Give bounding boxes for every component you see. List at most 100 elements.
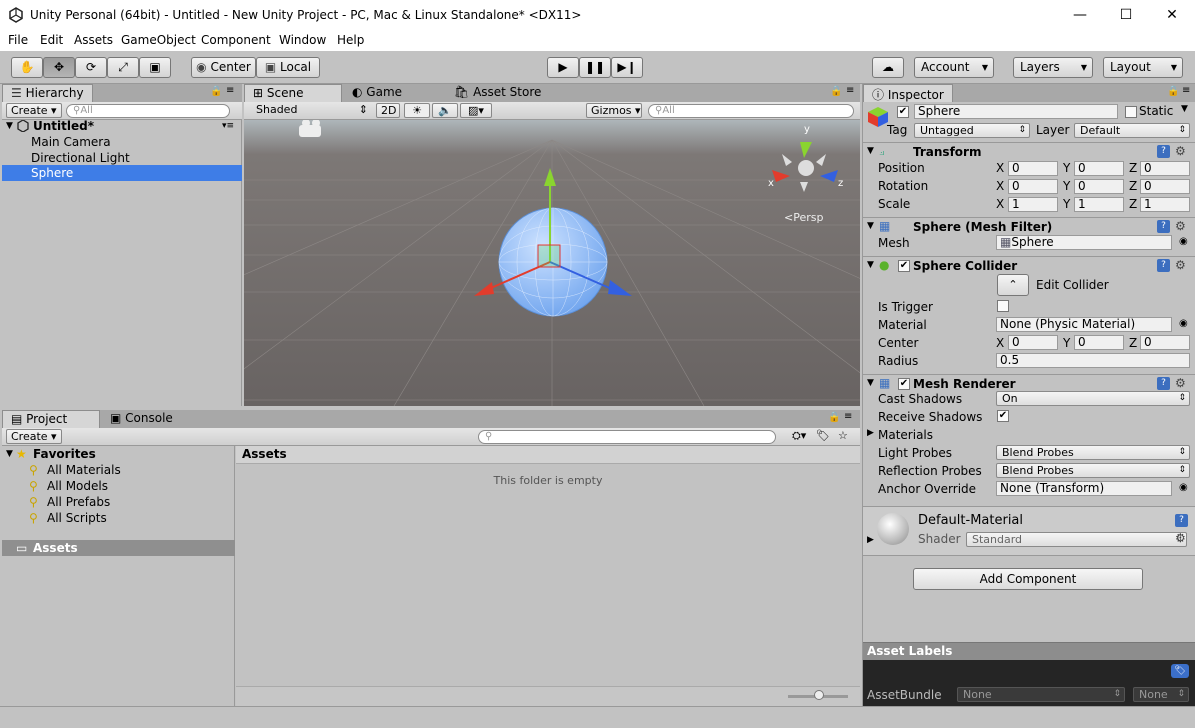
object-picker-icon[interactable]: ◉ [1179, 236, 1188, 247]
materials-label[interactable]: Materials [878, 428, 933, 442]
account-dropdown[interactable]: Account ▼ [914, 57, 994, 78]
menu-edit[interactable]: Edit [40, 33, 63, 47]
lock-icon[interactable]: 🔒 [828, 412, 840, 423]
audio-toggle-icon[interactable]: 🔈 [432, 103, 458, 118]
scale-y-field[interactable]: 1 [1074, 197, 1124, 212]
hand-tool-icon[interactable]: ✋ [11, 57, 43, 78]
move-tool-icon[interactable]: ✥ [43, 57, 75, 78]
menu-window[interactable]: Window [279, 33, 326, 47]
help-icon[interactable]: ? [1157, 377, 1170, 390]
center-x-field[interactable]: 0 [1008, 335, 1058, 350]
persp-label[interactable]: <Persp [784, 211, 823, 224]
favorite-star-icon[interactable]: ☆ [838, 429, 848, 442]
rotation-x-field[interactable]: 0 [1008, 179, 1058, 194]
favorites-row[interactable]: ▼ ★ Favorites [2, 446, 242, 462]
center-y-field[interactable]: 0 [1074, 335, 1124, 350]
collapse-icon[interactable]: ▼ [867, 146, 874, 156]
mesh-field[interactable]: ▦Sphere [996, 235, 1172, 250]
mode-2d-button[interactable]: 2D [376, 103, 400, 118]
active-checkbox[interactable]: ✔ [897, 106, 909, 118]
lock-icon[interactable]: 🔒 [210, 86, 222, 97]
position-y-field[interactable]: 0 [1074, 161, 1124, 176]
help-icon[interactable]: ? [1157, 220, 1170, 233]
panel-menu-icon[interactable]: ≡ [844, 411, 852, 422]
project-create-button[interactable]: Create ▾ [6, 429, 62, 444]
menu-component[interactable]: Component [201, 33, 271, 47]
physic-material-field[interactable]: None (Physic Material) [996, 317, 1172, 332]
step-button[interactable]: ▶❙ [611, 57, 643, 78]
tab-inspector[interactable]: ⓘ Inspector [863, 84, 953, 102]
layer-dropdown[interactable]: Default [1074, 123, 1190, 138]
scale-tool-icon[interactable]: ⤢ [107, 57, 139, 78]
receive-shadows-checkbox[interactable]: ✔ [997, 410, 1009, 422]
filter-type-icon[interactable]: ⛭▾ [792, 429, 806, 443]
panel-menu-icon[interactable]: ≡ [1182, 85, 1190, 96]
breadcrumb-assets[interactable]: Assets [242, 447, 287, 461]
tab-project[interactable]: ▤ Project [2, 410, 100, 428]
rotation-y-field[interactable]: 0 [1074, 179, 1124, 194]
tag-dropdown[interactable]: Untagged [914, 123, 1030, 138]
help-icon[interactable]: ? [1175, 514, 1188, 527]
gizmos-dropdown[interactable]: Gizmos ▾ [586, 103, 642, 118]
layout-dropdown[interactable]: Layout ▼ [1103, 57, 1183, 78]
cloud-icon[interactable]: ☁ [872, 57, 904, 78]
rect-tool-icon[interactable]: ▣ [139, 57, 171, 78]
favorite-item[interactable]: ⚲ All Prefabs [2, 494, 242, 510]
collapse-icon[interactable]: ▼ [867, 378, 874, 388]
reflection-probes-dropdown[interactable]: Blend Probes [996, 463, 1190, 478]
object-picker-icon[interactable]: ◉ [1179, 318, 1188, 329]
menu-gameobject[interactable]: GameObject [121, 33, 196, 47]
pivot-center-button[interactable]: ◉ Center [191, 57, 256, 78]
project-search-input[interactable]: ⚲ [478, 430, 776, 444]
radius-field[interactable]: 0.5 [996, 353, 1190, 368]
tab-hierarchy[interactable]: ☰ Hierarchy [2, 84, 93, 102]
scene-viewport[interactable]: y x z <Persp [244, 120, 860, 406]
gear-icon[interactable]: ⚙ [1175, 531, 1186, 545]
panel-menu-icon[interactable]: ≡ [846, 85, 854, 96]
expand-icon[interactable]: ▶ [867, 428, 874, 438]
expand-icon[interactable]: ▶ [867, 535, 874, 545]
assetbundle-dropdown[interactable]: None [957, 687, 1125, 702]
shading-dropdown[interactable]: Shaded ⇕ [252, 103, 370, 118]
favorite-item[interactable]: ⚲ All Scripts [2, 510, 242, 526]
collider-enabled-checkbox[interactable]: ✔ [898, 260, 910, 272]
gear-icon[interactable]: ⚙ [1175, 144, 1186, 158]
panel-menu-icon[interactable]: ≡ [226, 85, 234, 96]
cast-shadows-dropdown[interactable]: On [996, 391, 1190, 406]
pause-button[interactable]: ❚❚ [579, 57, 611, 78]
shader-dropdown[interactable]: Standard [966, 532, 1187, 547]
tab-scene[interactable]: ⊞ Scene [244, 84, 342, 102]
help-icon[interactable]: ? [1157, 145, 1170, 158]
tab-game[interactable]: ◐ Game [344, 84, 444, 102]
collapse-icon[interactable]: ▼ [867, 260, 874, 270]
menu-file[interactable]: File [8, 33, 28, 47]
play-button[interactable]: ▶ [547, 57, 579, 78]
add-component-button[interactable]: Add Component [913, 568, 1143, 590]
transform-header[interactable]: ▼ ⟓ Transform ? ⚙ [863, 142, 1195, 160]
effects-dropdown-icon[interactable]: ▨▾ [460, 103, 492, 118]
minimize-icon[interactable]: — [1057, 0, 1103, 31]
scale-z-field[interactable]: 1 [1140, 197, 1190, 212]
center-z-field[interactable]: 0 [1140, 335, 1190, 350]
lock-icon[interactable]: 🔒 [1167, 86, 1179, 97]
scene-root-row[interactable]: ▼ Untitled* ▾≡ [2, 118, 242, 134]
position-z-field[interactable]: 0 [1140, 161, 1190, 176]
menu-assets[interactable]: Assets [74, 33, 113, 47]
scene-search-input[interactable]: ⚲All [648, 104, 854, 118]
object-name-field[interactable]: Sphere [914, 104, 1118, 119]
position-x-field[interactable]: 0 [1008, 161, 1058, 176]
gear-icon[interactable]: ⚙ [1175, 219, 1186, 233]
tab-console[interactable]: ▣ Console [102, 410, 192, 428]
mesh-filter-header[interactable]: ▼ ▦ Sphere (Mesh Filter) ? ⚙ [863, 217, 1195, 235]
rotate-tool-icon[interactable]: ⟳ [75, 57, 107, 78]
hierarchy-search-input[interactable]: ⚲All [66, 104, 230, 118]
space-local-button[interactable]: ▣ Local [256, 57, 320, 78]
maximize-icon[interactable]: ☐ [1103, 0, 1149, 31]
gear-icon[interactable]: ⚙ [1175, 258, 1186, 272]
gear-icon[interactable]: ⚙ [1175, 376, 1186, 390]
lock-icon[interactable]: 🔒 [830, 86, 842, 97]
help-icon[interactable]: ? [1157, 259, 1170, 272]
assets-folder-row[interactable]: ▭ Assets [2, 540, 235, 556]
close-icon[interactable]: ✕ [1149, 0, 1195, 31]
static-dropdown-icon[interactable]: ▼ [1181, 104, 1188, 114]
